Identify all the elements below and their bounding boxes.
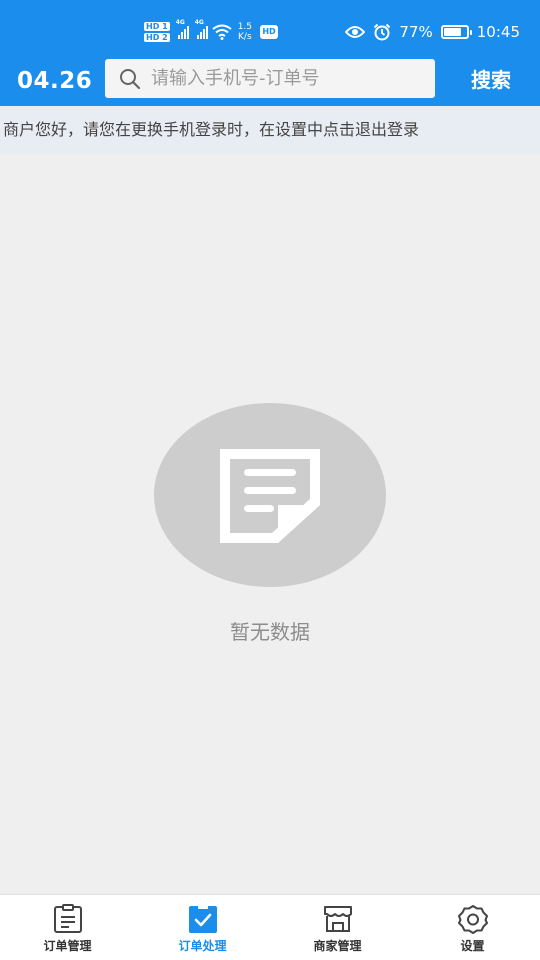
- search-button[interactable]: 搜索: [471, 66, 511, 94]
- notice-text: 商户您好，请您在更换手机登录时，在设置中点击退出登录: [3, 120, 420, 139]
- status-bar: HD 1 HD 2 4G 4G 1.5 K/s HD 77% 10:45: [0, 0, 540, 58]
- search-box[interactable]: [105, 59, 435, 98]
- tab-label: 商家管理: [313, 939, 362, 953]
- hd2-badge: HD 2: [144, 33, 170, 42]
- alarm-icon: [374, 23, 391, 41]
- battery-icon: [440, 25, 472, 39]
- status-right: 77% 10:45: [345, 20, 520, 44]
- status-left: HD 1 HD 2 4G 4G 1.5 K/s HD: [144, 18, 279, 46]
- tab-order-processing[interactable]: 订单处理: [135, 895, 270, 960]
- empty-state-text: 暂无数据: [230, 620, 310, 644]
- wifi-icon: [212, 24, 232, 40]
- gear-icon: [457, 905, 488, 934]
- signal-icon-2: 4G: [195, 19, 208, 39]
- tab-label: 订单管理: [43, 939, 92, 953]
- store-icon: [323, 906, 352, 932]
- signal-icon-1: 4G: [176, 19, 189, 39]
- tab-order-management[interactable]: 订单管理: [0, 895, 135, 960]
- eye-icon: [345, 26, 366, 38]
- search-input[interactable]: [151, 68, 421, 89]
- hd1-badge: HD 1: [144, 22, 170, 31]
- check-clipboard-icon: [188, 904, 217, 933]
- battery-percent: 77%: [399, 23, 433, 41]
- notice-banner: 商户您好，请您在更换手机登录时，在设置中点击退出登录: [0, 106, 540, 154]
- search-icon: [120, 68, 141, 89]
- battery-fill: [443, 28, 461, 36]
- tab-label: 订单处理: [178, 939, 227, 953]
- empty-state-illustration: [154, 403, 386, 587]
- tab-merchant-management[interactable]: 商家管理: [270, 895, 405, 960]
- tab-settings[interactable]: 设置: [405, 895, 540, 960]
- app-root: HD 1 HD 2 4G 4G 1.5 K/s HD 77% 10:45 04.…: [0, 0, 540, 960]
- hd-app-icon: HD: [260, 25, 279, 39]
- network-type-1: 4G: [175, 19, 185, 26]
- clipboard-icon: [53, 904, 82, 933]
- hd-badges: HD 1 HD 2: [144, 22, 170, 42]
- clock: 10:45: [476, 23, 520, 41]
- speed-unit: K/s: [238, 32, 252, 42]
- app-header: 04.26 搜索: [0, 58, 540, 106]
- network-speed: 1.5 K/s: [238, 22, 252, 42]
- document-icon: [220, 449, 320, 543]
- tab-label: 设置: [460, 939, 485, 953]
- speed-value: 1.5: [237, 22, 253, 32]
- tab-bar: 订单管理 订单处理 商家管理 设置: [0, 894, 540, 960]
- header-date: 04.26: [17, 68, 93, 94]
- network-type-2: 4G: [194, 19, 204, 26]
